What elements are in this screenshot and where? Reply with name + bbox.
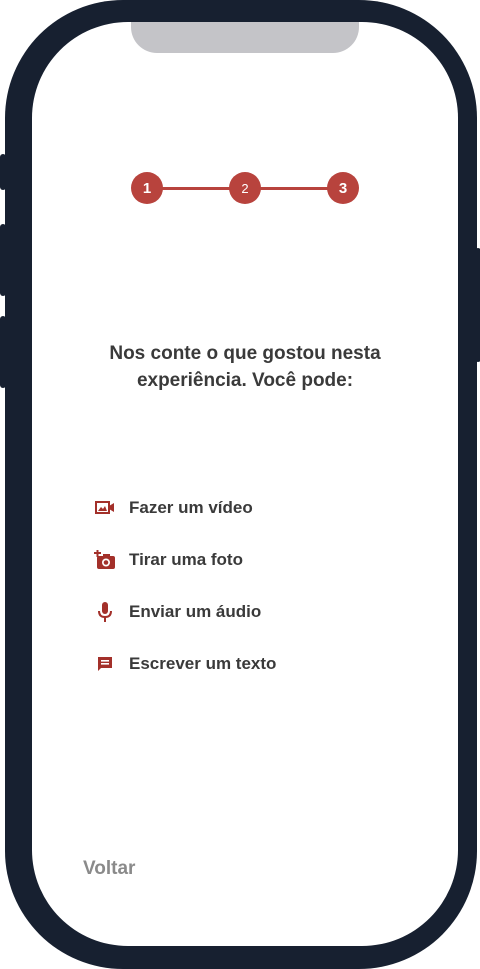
- stepper-line-2: [257, 187, 329, 190]
- option-photo[interactable]: Tirar uma foto: [94, 548, 276, 572]
- option-audio[interactable]: Enviar um áudio: [94, 600, 276, 624]
- notch: [131, 22, 359, 53]
- page-heading: Nos conte o que gostou nesta experiência…: [109, 343, 381, 391]
- option-text[interactable]: Escrever um texto: [94, 652, 276, 676]
- phone-frame: 1 2 3 Nos conte o que gostou nesta exper…: [0, 0, 480, 969]
- video-icon: [94, 497, 116, 519]
- stepper: 1 2 3: [131, 172, 359, 204]
- option-video-label: Fazer um vídeo: [129, 498, 253, 517]
- option-text-label: Escrever um texto: [129, 654, 277, 673]
- options-list: Fazer um vídeo Tirar uma foto Enviar um …: [94, 496, 276, 704]
- step-3: 3: [327, 172, 359, 204]
- microphone-icon: [94, 601, 116, 623]
- back-button[interactable]: Voltar: [83, 858, 135, 880]
- option-video[interactable]: Fazer um vídeo: [94, 496, 276, 520]
- side-button-right: [475, 248, 480, 362]
- stepper-line-1: [159, 187, 231, 190]
- side-button-left-2: [0, 224, 6, 296]
- step-2: 2: [229, 172, 261, 204]
- side-button-left-1: [0, 154, 6, 190]
- camera-add-icon: [94, 549, 116, 571]
- option-audio-label: Enviar um áudio: [129, 602, 262, 621]
- step-1: 1: [131, 172, 163, 204]
- message-icon: [94, 653, 116, 675]
- screen: 1 2 3 Nos conte o que gostou nesta exper…: [32, 22, 458, 946]
- side-button-left-3: [0, 316, 6, 388]
- option-photo-label: Tirar uma foto: [129, 550, 243, 569]
